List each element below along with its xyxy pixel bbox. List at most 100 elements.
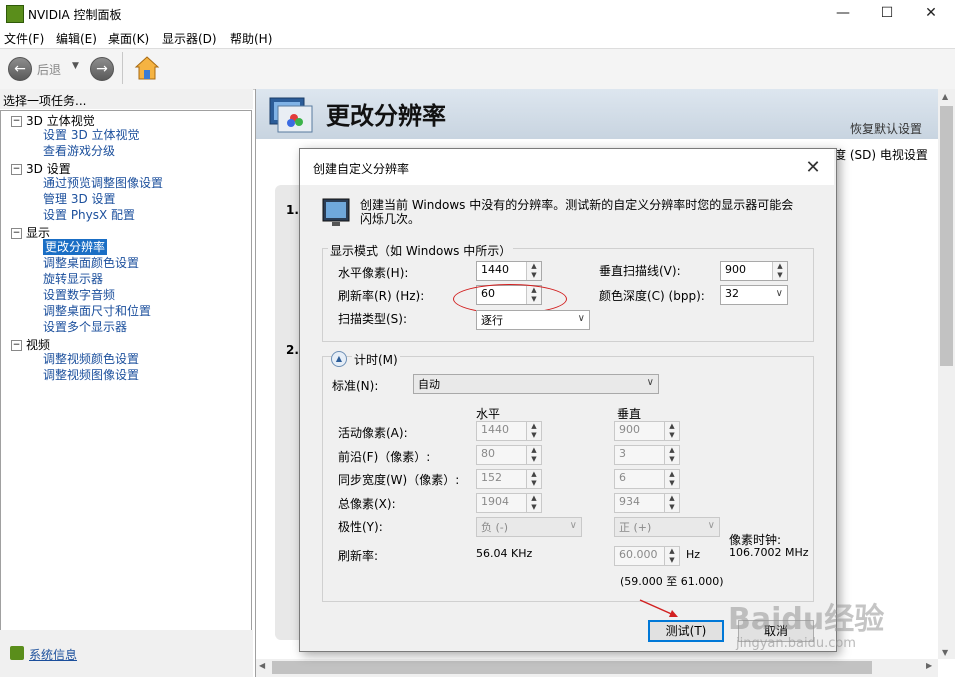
back-button[interactable]: ← (8, 57, 32, 81)
menu-edit[interactable]: 编辑(E) (56, 30, 97, 47)
tree-item-setup-stereo[interactable]: 设置 3D 立体视觉 (43, 127, 140, 143)
spin-up-icon[interactable]: ▲ (665, 494, 679, 503)
sync-h-spinner[interactable]: 152 ▲ ▼ (476, 469, 542, 489)
tree-item-manage-3d[interactable]: 管理 3D 设置 (43, 191, 116, 207)
collapse-icon[interactable]: − (11, 228, 22, 239)
spin-up-icon[interactable]: ▲ (527, 262, 541, 271)
spin-up-icon[interactable]: ▲ (665, 470, 679, 479)
maximize-button[interactable]: ☐ (864, 0, 910, 26)
front-h-spinner[interactable]: 80 ▲ ▼ (476, 445, 542, 465)
tree-label: 3D 立体视觉 (26, 114, 95, 128)
pixel-clock-value: 106.7002 MHz (729, 546, 809, 559)
horizontal-scroll-thumb[interactable] (272, 661, 872, 674)
menu-help[interactable]: 帮助(H) (230, 30, 272, 47)
spin-up-icon[interactable]: ▲ (527, 470, 541, 479)
refresh-v-spinner[interactable]: 60.000 ▲ ▼ (614, 546, 680, 566)
spin-down-icon[interactable]: ▼ (527, 503, 541, 512)
home-button[interactable] (134, 55, 160, 84)
tree-item-rotate-display[interactable]: 旋转显示器 (43, 271, 103, 287)
spin-up-icon[interactable]: ▲ (665, 422, 679, 431)
step-1-number: 1. (286, 203, 299, 217)
dialog-close-button[interactable]: ✕ (800, 155, 826, 181)
horizontal-pixels-spinner[interactable]: 1440 ▲ ▼ (476, 261, 542, 281)
scroll-left-icon[interactable]: ◀ (259, 661, 265, 670)
tree-item-change-resolution[interactable]: 更改分辨率 (43, 239, 108, 255)
standard-select[interactable]: 自动 ∨ (413, 374, 659, 394)
menu-file[interactable]: 文件(F) (4, 30, 44, 47)
menu-desktop[interactable]: 桌面(K) (108, 30, 149, 47)
scroll-down-icon[interactable]: ▼ (942, 648, 948, 657)
spin-down-icon[interactable]: ▼ (773, 271, 787, 280)
polarity-v-select[interactable]: 正 (+) ∨ (614, 517, 720, 537)
tree-label: 3D 设置 (26, 162, 71, 176)
active-h-spinner[interactable]: 1440 ▲ ▼ (476, 421, 542, 441)
collapse-icon[interactable]: − (11, 164, 22, 175)
sync-h-value: 152 (481, 471, 502, 484)
front-h-value: 80 (481, 447, 495, 460)
spin-down-icon[interactable]: ▼ (665, 556, 679, 565)
vertical-scroll-thumb[interactable] (940, 106, 953, 366)
refresh-rate-label: 刷新率(R) (Hz): (338, 289, 425, 303)
spin-up-icon[interactable]: ▲ (527, 494, 541, 503)
sync-v-spinner[interactable]: 6 ▲ ▼ (614, 469, 680, 489)
vertical-lines-spinner[interactable]: 900 ▲ ▼ (720, 261, 788, 281)
tree-item-physx[interactable]: 设置 PhysX 配置 (43, 207, 135, 223)
spin-down-icon[interactable]: ▼ (527, 431, 541, 440)
spin-up-icon[interactable]: ▲ (527, 446, 541, 455)
spin-down-icon[interactable]: ▼ (665, 455, 679, 464)
color-depth-select[interactable]: 32 ∨ (720, 285, 788, 305)
step-2-number: 2. (286, 343, 299, 357)
history-dropdown-icon[interactable]: ▼ (72, 61, 79, 71)
system-info-link[interactable]: 系统信息 (29, 646, 77, 663)
tree-item-video-image[interactable]: 调整视频图像设置 (43, 367, 139, 383)
partial-settings-text: 度 (SD) 电视设置 (834, 148, 928, 162)
front-v-spinner[interactable]: 3 ▲ ▼ (614, 445, 680, 465)
close-button[interactable]: ✕ (908, 0, 954, 26)
dialog-description: 创建当前 Windows 中没有的分辨率。测试新的自定义分辨率时您的显示器可能会… (360, 198, 794, 226)
spin-up-icon[interactable]: ▲ (665, 547, 679, 556)
tree-item-digital-audio[interactable]: 设置数字音频 (43, 287, 115, 303)
spin-down-icon[interactable]: ▼ (527, 479, 541, 488)
active-v-spinner[interactable]: 900 ▲ ▼ (614, 421, 680, 441)
forward-button[interactable]: → (90, 57, 114, 81)
polarity-label: 极性(Y): (338, 520, 383, 534)
sync-v-value: 6 (619, 471, 626, 484)
total-pixels-label: 总像素(X): (338, 497, 396, 511)
sync-width-label: 同步宽度(W)（像素）: (338, 473, 460, 487)
collapse-icon[interactable]: − (11, 340, 22, 351)
tree-item-game-ratings[interactable]: 查看游戏分级 (43, 143, 115, 159)
tree-item-preview-adjust[interactable]: 通过预览调整图像设置 (43, 175, 163, 191)
home-icon (134, 56, 160, 80)
scan-type-select[interactable]: 逐行 ∨ (476, 310, 590, 330)
spin-down-icon[interactable]: ▼ (665, 503, 679, 512)
collapse-icon[interactable]: − (11, 116, 22, 127)
spin-down-icon[interactable]: ▼ (665, 431, 679, 440)
test-button[interactable]: 测试(T) (648, 620, 724, 642)
tree-item-desktop-color[interactable]: 调整桌面颜色设置 (43, 255, 139, 271)
polarity-h-select[interactable]: 负 (-) ∨ (476, 517, 582, 537)
total-v-spinner[interactable]: 934 ▲ ▼ (614, 493, 680, 513)
total-h-spinner[interactable]: 1904 ▲ ▼ (476, 493, 542, 513)
horizontal-pixels-value: 1440 (481, 263, 509, 276)
window-title: NVIDIA 控制面板 (28, 8, 122, 22)
chevron-down-icon: ∨ (569, 520, 577, 531)
tree-item-desktop-size[interactable]: 调整桌面尺寸和位置 (43, 303, 151, 319)
spin-down-icon[interactable]: ▼ (527, 271, 541, 280)
restore-defaults-link[interactable]: 恢复默认设置 (850, 120, 922, 137)
arrow-left-icon: ← (14, 61, 26, 77)
spin-up-icon[interactable]: ▲ (665, 446, 679, 455)
system-info-icon (10, 646, 24, 660)
minimize-button[interactable]: — (820, 0, 866, 26)
tree-item-video-color[interactable]: 调整视频颜色设置 (43, 351, 139, 367)
spin-down-icon[interactable]: ▼ (665, 479, 679, 488)
tree-item-multi-display[interactable]: 设置多个显示器 (43, 319, 127, 335)
collapse-up-icon[interactable]: ▲ (331, 351, 347, 367)
scroll-right-icon[interactable]: ▶ (926, 661, 932, 670)
spin-down-icon[interactable]: ▼ (527, 455, 541, 464)
front-v-value: 3 (619, 447, 626, 460)
spin-up-icon[interactable]: ▲ (773, 262, 787, 271)
scroll-up-icon[interactable]: ▲ (942, 92, 948, 101)
spin-up-icon[interactable]: ▲ (527, 422, 541, 431)
close-icon: ✕ (805, 157, 821, 178)
menu-display[interactable]: 显示器(D) (162, 30, 217, 47)
